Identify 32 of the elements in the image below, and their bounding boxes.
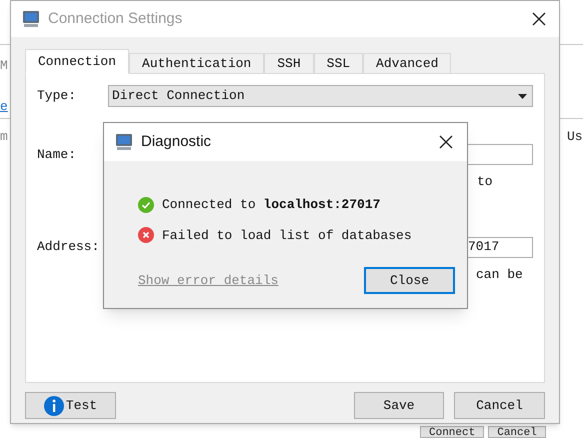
hint-text: to — [477, 174, 493, 189]
info-icon — [44, 396, 64, 416]
caret-icon — [518, 94, 527, 98]
name-label: Name: — [37, 146, 76, 164]
close-icon[interactable] — [439, 135, 453, 149]
test-button[interactable]: Test — [25, 392, 116, 419]
cancel-button[interactable]: Cancel — [454, 392, 545, 419]
address-label: Address: — [37, 238, 100, 256]
monitor-icon — [22, 10, 40, 28]
label: m — [0, 128, 8, 146]
label: Us — [567, 128, 583, 146]
type-label: Type: — [37, 87, 78, 106]
name-field[interactable] — [465, 144, 533, 165]
status-message: Connected to localhost:27017 — [162, 196, 380, 214]
type-dropdown[interactable]: Direct Connection — [108, 85, 533, 107]
background-button[interactable]: Connect — [420, 426, 484, 438]
close-button[interactable]: Close — [364, 267, 455, 294]
link[interactable]: e — [0, 97, 8, 116]
window-title: Connection Settings — [48, 8, 182, 29]
save-button[interactable]: Save — [354, 392, 444, 419]
tab[interactable]: Connection — [25, 49, 130, 74]
label: M — [0, 57, 8, 75]
hint-text: can be — [476, 266, 523, 282]
tab[interactable]: SSL — [314, 53, 364, 74]
tab[interactable]: Advanced — [363, 53, 452, 74]
monitor-icon — [115, 133, 133, 151]
tab[interactable]: Authentication — [129, 53, 264, 74]
tab[interactable]: SSH — [264, 53, 314, 74]
close-icon[interactable] — [532, 12, 546, 26]
status-message: Failed to load list of databases — [162, 226, 412, 244]
background-button[interactable]: Cancel — [488, 426, 546, 438]
dialog-title: Diagnostic — [141, 132, 212, 152]
